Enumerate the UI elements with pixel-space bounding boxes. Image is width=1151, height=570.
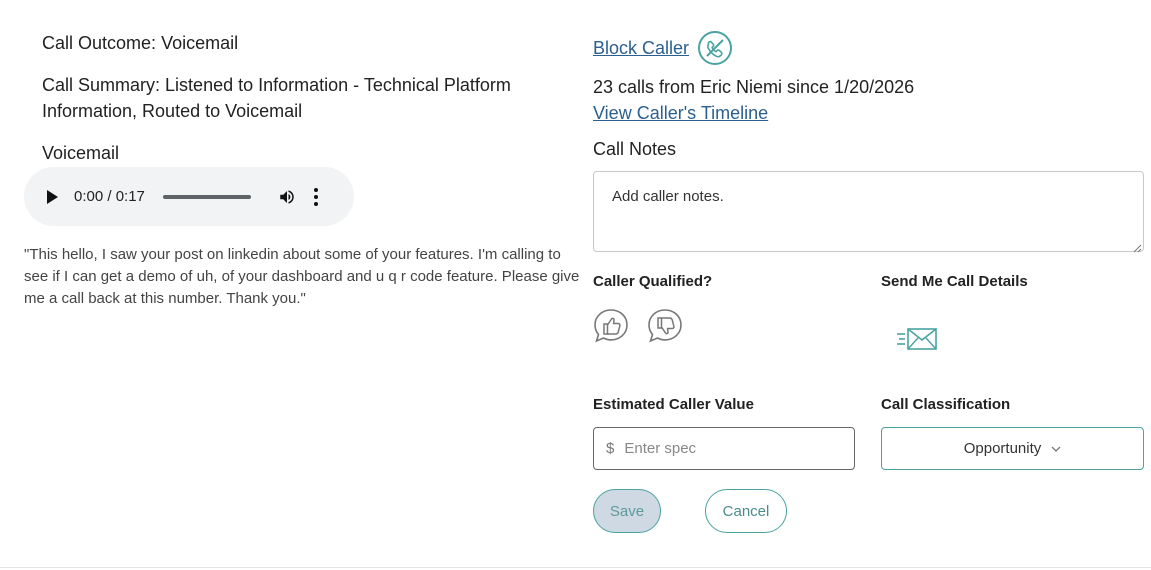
currency-symbol: $ <box>606 440 615 457</box>
voicemail-transcript: "This hello, I saw your post on linkedin… <box>24 246 580 307</box>
bottom-divider <box>0 567 1151 568</box>
cancel-button[interactable]: Cancel <box>705 489 787 533</box>
thumbs-up-icon[interactable] <box>593 308 629 344</box>
audio-player: 0:00 / 0:17 <box>24 167 354 226</box>
caller-actions-panel: Block Caller 23 calls from Eric Niemi si… <box>593 0 1151 570</box>
call-notes-input[interactable] <box>593 171 1144 252</box>
call-details-panel: Call Outcome: Voicemail Call Summary: Li… <box>0 0 590 570</box>
thumbs-down-icon[interactable] <box>647 308 683 344</box>
estimated-caller-value-input[interactable] <box>624 440 825 457</box>
estimated-caller-value-field[interactable]: $ <box>593 427 855 470</box>
call-summary-label: Call Summary: <box>42 75 161 95</box>
call-notes-label: Call Notes <box>593 139 677 159</box>
block-caller-row: Block Caller <box>593 30 733 66</box>
call-outcome-value: Voicemail <box>161 33 239 53</box>
caller-call-count: 23 calls from Eric Niemi since 1/20/2026 <box>593 77 915 97</box>
estimated-caller-value-label: Estimated Caller Value <box>593 396 754 413</box>
call-classification-select[interactable]: Opportunity <box>881 427 1144 470</box>
chevron-down-icon <box>1051 444 1061 454</box>
volume-icon[interactable] <box>277 187 297 207</box>
call-outcome-label: Call Outcome: <box>42 33 157 53</box>
call-outcome: Call Outcome: Voicemail <box>42 33 238 54</box>
more-vert-icon[interactable] <box>311 187 321 207</box>
textarea-resize-handle[interactable] <box>1132 240 1142 253</box>
caller-qualified-buttons <box>593 308 683 344</box>
call-classification-label: Call Classification <box>881 396 1011 413</box>
play-icon[interactable] <box>44 188 60 206</box>
view-caller-timeline-link[interactable]: View Caller's Timeline <box>593 103 768 124</box>
voicemail-label: Voicemail <box>42 143 120 163</box>
call-classification-value: Opportunity <box>963 440 1042 457</box>
player-time: 0:00 / 0:17 <box>74 188 145 205</box>
save-button[interactable]: Save <box>593 489 661 533</box>
call-summary: Call Summary: Listened to Information - … <box>42 72 542 124</box>
send-email-icon[interactable] <box>895 325 939 353</box>
block-caller-link[interactable]: Block Caller <box>593 38 689 59</box>
block-phone-icon[interactable] <box>697 30 733 66</box>
caller-qualified-label: Caller Qualified? <box>593 273 713 290</box>
audio-progress-slider[interactable] <box>162 194 251 199</box>
send-call-details-label: Send Me Call Details <box>881 273 1028 290</box>
